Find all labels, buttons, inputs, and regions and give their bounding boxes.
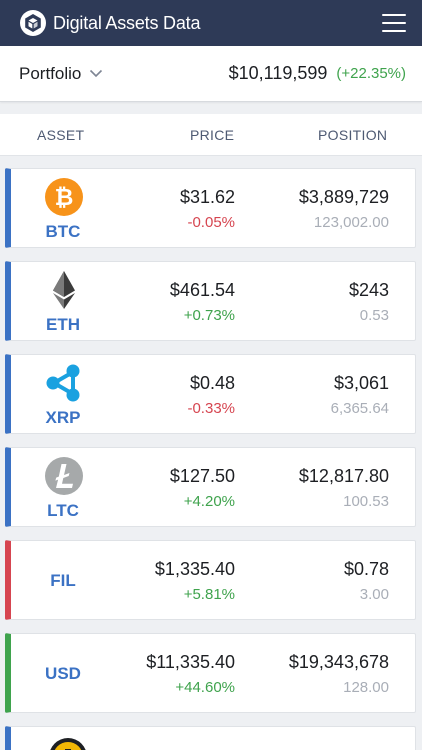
asset-price: $461.54 — [169, 280, 235, 300]
asset-position-value: $243 — [348, 280, 389, 300]
chevron-down-icon — [90, 69, 103, 78]
asset-row-btc[interactable]: ₿ BTC $31.62 -0.05% $3,889,729 123,002.0… — [5, 168, 416, 248]
asset-position-value: $3,889,729 — [298, 187, 389, 207]
asset-price-change: -0.33% — [187, 400, 235, 417]
column-price[interactable]: PRICE — [190, 127, 234, 143]
ripple-icon — [46, 364, 80, 402]
asset-ticker: LTC — [47, 501, 79, 520]
portfolio-change: (+22.35%) — [336, 65, 406, 82]
asset-row-fil[interactable]: FIL $1,335.40 +5.81% $0.78 3.00 — [5, 540, 416, 620]
coin-icon — [50, 738, 86, 750]
litecoin-icon — [45, 457, 83, 495]
asset-position-value: $19,343,678 — [288, 652, 389, 672]
asset-price-change: +5.81% — [183, 586, 235, 603]
brand[interactable]: Digital Assets Data — [19, 9, 200, 37]
asset-ticker: ETH — [46, 315, 80, 334]
asset-quantity: 100.53 — [343, 493, 389, 510]
bitcoin-icon: ₿ — [45, 178, 83, 216]
asset-price-change: +4.20% — [183, 493, 235, 510]
asset-position-value: $3,061 — [333, 373, 389, 393]
asset-quantity: 0.53 — [359, 307, 389, 324]
asset-row-partial[interactable] — [5, 726, 416, 750]
portfolio-bar: Portfolio $10,119,599 (+22.35%) — [0, 46, 422, 102]
asset-price: $11,335.40 — [146, 652, 235, 672]
cube-logo-icon — [20, 10, 46, 36]
asset-ticker: FIL — [50, 571, 76, 590]
asset-cell: ₿ BTC — [11, 169, 115, 247]
asset-row-ltc[interactable]: LTC $127.50 +4.20% $12,817.80 100.53 — [5, 447, 416, 527]
asset-price: $31.62 — [179, 187, 235, 207]
asset-price: $1,335.40 — [154, 559, 235, 579]
top-bar: Digital Assets Data — [0, 0, 422, 46]
ethereum-icon — [53, 271, 75, 309]
asset-position-value: $12,817.80 — [298, 466, 389, 486]
asset-cell: FIL — [11, 541, 115, 619]
asset-ticker: XRP — [45, 408, 81, 427]
asset-quantity: 123,002.00 — [313, 214, 389, 231]
hamburger-menu-icon[interactable] — [382, 14, 406, 32]
asset-cell: LTC — [11, 448, 115, 526]
portfolio-selector[interactable]: Portfolio — [19, 64, 103, 84]
asset-quantity: 3.00 — [359, 586, 389, 603]
asset-price: $0.48 — [189, 373, 235, 393]
asset-row-xrp[interactable]: XRP $0.48 -0.33% $3,061 6,365.64 — [5, 354, 416, 434]
asset-ticker: USD — [45, 664, 81, 683]
portfolio-total: $10,119,599 — [228, 63, 328, 83]
asset-cell: ETH — [11, 262, 115, 340]
asset-ticker: BTC — [45, 222, 81, 241]
asset-cell: XRP — [11, 355, 115, 433]
asset-price: $127.50 — [169, 466, 235, 486]
column-header: ASSET PRICE POSITION — [0, 114, 422, 156]
asset-row-eth[interactable]: ETH $461.54 +0.73% $243 0.53 — [5, 261, 416, 341]
column-asset[interactable]: ASSET — [37, 127, 84, 143]
asset-quantity: 6,365.64 — [330, 400, 389, 417]
column-position[interactable]: POSITION — [318, 127, 387, 143]
asset-price-change: +44.60% — [175, 679, 235, 696]
asset-cell: USD — [11, 634, 115, 712]
svg-text:₿: ₿ — [55, 185, 74, 211]
portfolio-label: Portfolio — [19, 63, 82, 83]
asset-quantity: 128.00 — [343, 679, 389, 696]
asset-price-change: -0.05% — [187, 214, 235, 231]
asset-row-usd[interactable]: USD $11,335.40 +44.60% $19,343,678 128.0… — [5, 633, 416, 713]
asset-price-change: +0.73% — [183, 307, 235, 324]
asset-position-value: $0.78 — [343, 559, 389, 579]
app-title: Digital Assets Data — [53, 12, 201, 33]
